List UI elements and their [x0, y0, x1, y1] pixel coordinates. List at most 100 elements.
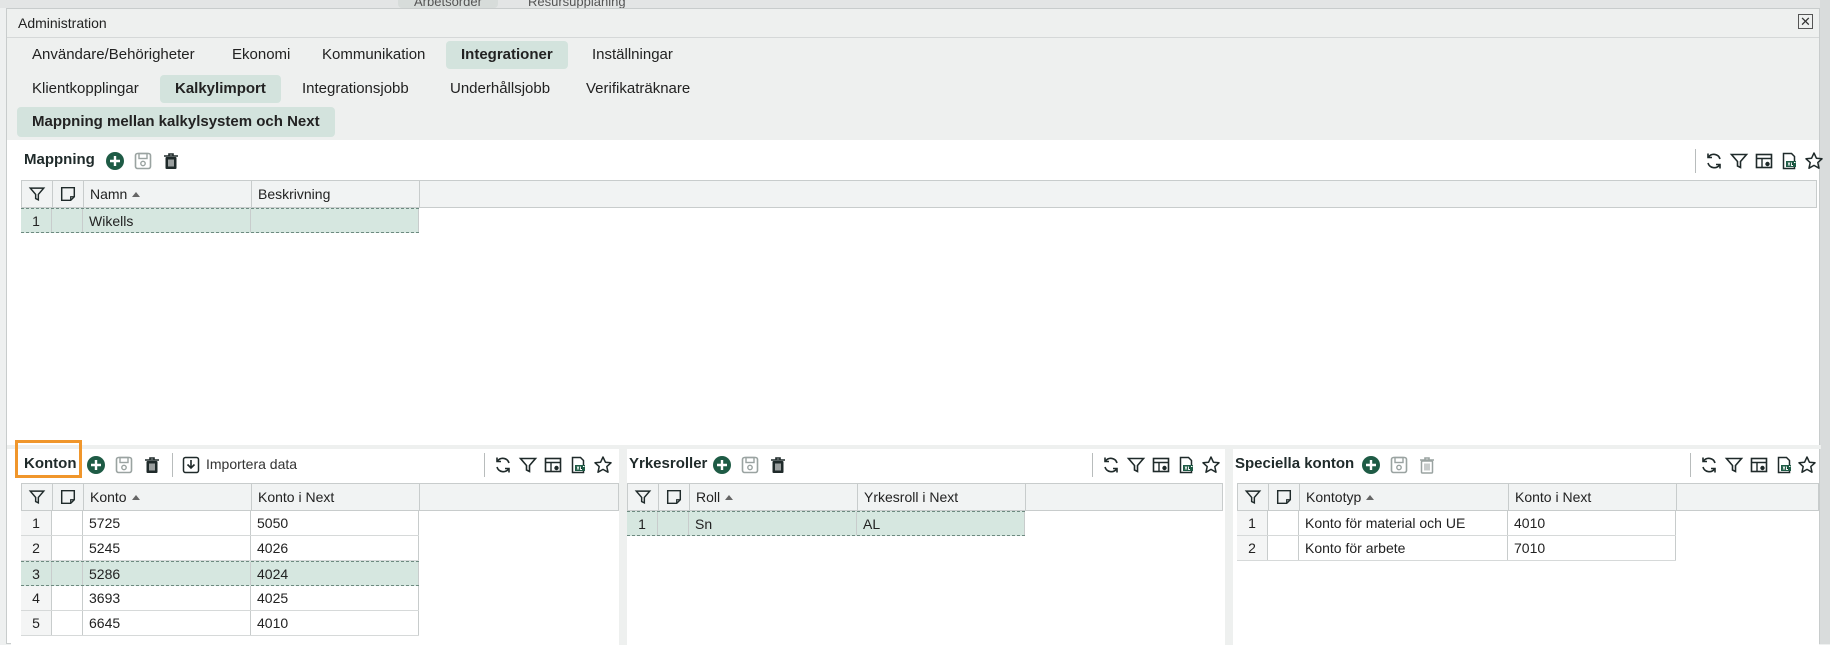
cell-konto[interactable]: 3693	[83, 586, 251, 610]
cell-konto-i-next[interactable]: 7010	[1508, 536, 1676, 560]
refresh-icon[interactable]	[1704, 151, 1724, 171]
column-header-yrkesroll-i-next[interactable]: Yrkesroll i Next	[858, 484, 1026, 510]
row-checkbox[interactable]	[1268, 536, 1299, 560]
delete-icon[interactable]	[1417, 455, 1437, 475]
background-tab-arbetsorder[interactable]: Arbetsorder	[398, 0, 498, 9]
add-icon[interactable]	[86, 455, 106, 475]
save-icon[interactable]	[133, 151, 153, 171]
column-header-namn[interactable]: Namn	[84, 181, 252, 207]
column-header-beskrivning[interactable]: Beskrivning	[252, 181, 420, 207]
cell-konto[interactable]: 6645	[83, 611, 251, 635]
tab-verifikatraknare[interactable]: Verifikaträknare	[571, 75, 705, 103]
table-row[interactable]: 2 Konto för arbete 7010	[1237, 536, 1676, 561]
tab-mappning-kalkylsystem[interactable]: Mappning mellan kalkylsystem och Next	[17, 107, 335, 137]
cell-konto-i-next[interactable]: 4024	[251, 562, 419, 585]
grid-filter-icon[interactable]	[628, 484, 659, 510]
cell-konto-i-next[interactable]: 4010	[251, 611, 419, 635]
tab-installningar[interactable]: Inställningar	[577, 41, 688, 69]
table-row[interactable]: 2 5245 4026	[21, 536, 419, 561]
table-row[interactable]: 4 3693 4025	[21, 586, 419, 611]
refresh-icon[interactable]	[1101, 455, 1121, 475]
tab-klientkopplingar[interactable]: Klientkopplingar	[17, 75, 154, 103]
favorite-star-icon[interactable]	[1797, 455, 1817, 475]
export-xls-icon[interactable]	[1774, 455, 1794, 475]
filter-icon[interactable]	[1126, 455, 1146, 475]
cell-konto-i-next[interactable]: 4026	[251, 536, 419, 560]
refresh-icon[interactable]	[493, 455, 513, 475]
grid-filter-icon[interactable]	[22, 484, 53, 510]
select-all-checkbox-icon[interactable]	[53, 484, 84, 510]
table-row[interactable]: 1 Konto för material och UE 4010	[1237, 511, 1676, 536]
select-all-checkbox-icon[interactable]	[53, 181, 84, 207]
add-icon[interactable]	[105, 151, 125, 171]
export-xls-icon[interactable]	[1779, 151, 1799, 171]
tab-kommunikation[interactable]: Kommunikation	[307, 41, 440, 69]
table-row[interactable]: 1 5725 5050	[21, 511, 419, 536]
filter-icon[interactable]	[518, 455, 538, 475]
table-row[interactable]: 1 Wikells	[21, 208, 419, 233]
add-icon[interactable]	[1361, 455, 1381, 475]
select-all-checkbox-icon[interactable]	[1269, 484, 1300, 510]
import-icon[interactable]	[181, 455, 201, 475]
column-header-konto-i-next[interactable]: Konto i Next	[252, 484, 420, 510]
row-checkbox[interactable]	[658, 512, 689, 535]
row-checkbox[interactable]	[52, 562, 83, 585]
save-icon[interactable]	[114, 455, 134, 475]
table-row[interactable]: 5 6645 4010	[21, 611, 419, 636]
favorite-star-icon[interactable]	[593, 455, 613, 475]
column-header-kontotyp[interactable]: Kontotyp	[1300, 484, 1509, 510]
delete-icon[interactable]	[161, 151, 181, 171]
import-data-button[interactable]: Importera data	[206, 456, 297, 472]
save-icon[interactable]	[1389, 455, 1409, 475]
cell-yrkesroll-i-next[interactable]: AL	[857, 512, 1025, 535]
refresh-icon[interactable]	[1699, 455, 1719, 475]
favorite-star-icon[interactable]	[1804, 151, 1824, 171]
columns-settings-icon[interactable]	[1151, 455, 1171, 475]
cell-konto[interactable]: 5725	[83, 511, 251, 535]
close-icon[interactable]: ✕	[1798, 14, 1813, 29]
column-header-roll[interactable]: Roll	[690, 484, 858, 510]
cell-konto-i-next[interactable]: 5050	[251, 511, 419, 535]
columns-settings-icon[interactable]	[543, 455, 563, 475]
column-header-konto[interactable]: Konto	[84, 484, 252, 510]
grid-filter-icon[interactable]	[22, 181, 53, 207]
columns-settings-icon[interactable]	[1754, 151, 1774, 171]
cell-beskrivning[interactable]	[251, 209, 419, 232]
tab-integrationer[interactable]: Integrationer	[446, 41, 568, 69]
favorite-star-icon[interactable]	[1201, 455, 1221, 475]
export-xls-icon[interactable]	[1176, 455, 1196, 475]
row-checkbox[interactable]	[52, 536, 83, 560]
export-xls-icon[interactable]	[568, 455, 588, 475]
row-checkbox[interactable]	[52, 209, 83, 232]
columns-settings-icon[interactable]	[1749, 455, 1769, 475]
delete-icon[interactable]	[142, 455, 162, 475]
select-all-checkbox-icon[interactable]	[659, 484, 690, 510]
tab-underhallsjobb[interactable]: Underhållsjobb	[435, 75, 565, 103]
filter-icon[interactable]	[1729, 151, 1749, 171]
tab-ekonomi[interactable]: Ekonomi	[217, 41, 305, 69]
cell-kontotyp[interactable]: Konto för material och UE	[1299, 511, 1508, 535]
table-row[interactable]: 3 5286 4024	[21, 561, 419, 586]
background-tab-resursplanering[interactable]: Resursupplaning	[512, 0, 642, 9]
save-icon[interactable]	[740, 455, 760, 475]
cell-roll[interactable]: Sn	[689, 512, 857, 535]
delete-icon[interactable]	[768, 455, 788, 475]
grid-filter-icon[interactable]	[1238, 484, 1269, 510]
cell-namn[interactable]: Wikells	[83, 209, 251, 232]
row-checkbox[interactable]	[52, 586, 83, 610]
column-header-konto-i-next[interactable]: Konto i Next	[1509, 484, 1677, 510]
add-icon[interactable]	[712, 455, 732, 475]
tab-kalkylimport[interactable]: Kalkylimport	[160, 75, 281, 103]
table-row[interactable]: 1 Sn AL	[627, 511, 1025, 536]
cell-kontotyp[interactable]: Konto för arbete	[1299, 536, 1508, 560]
tab-integrationsjobb[interactable]: Integrationsjobb	[287, 75, 424, 103]
row-checkbox[interactable]	[52, 611, 83, 635]
row-checkbox[interactable]	[1268, 511, 1299, 535]
cell-konto-i-next[interactable]: 4025	[251, 586, 419, 610]
tab-anvandare-behorigheter[interactable]: Användare/Behörigheter	[17, 41, 210, 69]
cell-konto[interactable]: 5245	[83, 536, 251, 560]
filter-icon[interactable]	[1724, 455, 1744, 475]
row-checkbox[interactable]	[52, 511, 83, 535]
cell-konto-i-next[interactable]: 4010	[1508, 511, 1676, 535]
cell-konto[interactable]: 5286	[83, 562, 251, 585]
